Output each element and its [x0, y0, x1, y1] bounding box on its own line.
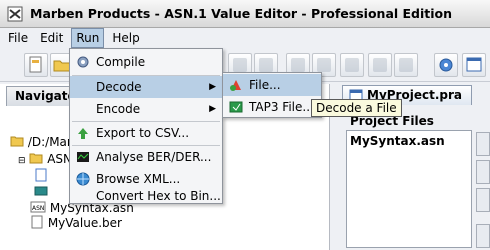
toolbar-button-6[interactable]: [368, 53, 392, 77]
menu-item-label: Browse XML...: [96, 172, 181, 186]
menu-item-export-csv[interactable]: Export to CSV...: [70, 122, 222, 144]
tree-node-asn[interactable]: ⊟ ASN: [18, 151, 72, 167]
window-button[interactable]: [462, 53, 486, 77]
new-file-icon: [29, 56, 42, 73]
disabled-icon: [259, 58, 273, 72]
menu-item-encode[interactable]: Encode ▶: [70, 98, 222, 120]
menu-bar: File Edit Run Help: [0, 28, 490, 48]
window-icon: [466, 57, 482, 72]
disabled-icon: [291, 58, 305, 72]
side-button-2[interactable]: [476, 160, 490, 184]
disabled-icon: [345, 58, 359, 72]
app-icon: [7, 6, 23, 21]
menu-item-decode[interactable]: Decode ▶: [70, 76, 222, 98]
toolbar-button-5[interactable]: [340, 53, 364, 77]
menu-item-label: File...: [249, 78, 281, 92]
asn-file-icon: ASN: [30, 201, 46, 213]
menu-item-label: Encode: [96, 102, 141, 116]
browse-globe-icon: [76, 172, 90, 186]
title-bar: Marben Products - ASN.1 Value Editor - P…: [0, 0, 490, 28]
decode-file-icon: [230, 80, 241, 91]
tree-node-myvalue[interactable]: MyValue.ber: [30, 215, 122, 231]
menu-file[interactable]: File: [4, 28, 32, 48]
tree-node-file-b[interactable]: [34, 184, 48, 200]
menu-edit-label: Edit: [40, 31, 64, 45]
analyse-icon: [77, 152, 89, 162]
disabled-icon: [233, 58, 247, 72]
run-menu: Compile Decode ▶ Encode ▶ Export to CSV.…: [69, 48, 223, 204]
menu-item-browse-xml[interactable]: Browse XML...: [70, 168, 222, 190]
menu-file-label: File: [8, 31, 29, 45]
submenu-arrow-icon: ▶: [209, 82, 216, 92]
project-files-list[interactable]: MySyntax.asn: [346, 130, 472, 248]
compile-gear-icon: [77, 56, 89, 68]
new-file-button[interactable]: [24, 53, 48, 77]
menu-edit[interactable]: Edit: [36, 28, 67, 48]
tree-label: MyValue.ber: [47, 216, 122, 230]
menu-run-label: Run: [76, 31, 100, 45]
disabled-icon: [373, 58, 387, 72]
side-button-3[interactable]: [476, 188, 490, 212]
submenu-item-tap3[interactable]: TAP3 File...: [223, 96, 321, 118]
svg-text:ASN: ASN: [32, 205, 44, 212]
list-item[interactable]: MySyntax.asn: [350, 134, 445, 148]
disabled-icon: [399, 58, 413, 72]
decode-submenu: File... TAP3 File...: [222, 72, 322, 118]
folder-icon: [29, 153, 43, 164]
menu-item-label: Export to CSV...: [96, 126, 190, 140]
toolbar-button-7[interactable]: [394, 53, 418, 77]
folder-icon: [10, 136, 24, 147]
menu-help-label: Help: [112, 31, 140, 45]
menu-item-compile[interactable]: Compile: [70, 51, 222, 73]
gear-icon: [439, 58, 453, 72]
file-icon: [35, 168, 47, 182]
settings-button[interactable]: [434, 53, 458, 77]
tap3-file-icon: [229, 101, 243, 113]
ber-file-icon: [31, 215, 43, 229]
menu-item-label: Convert Hex to Bin...: [96, 189, 221, 203]
ber-file-icon: [34, 186, 48, 196]
menu-item-label: TAP3 File...: [249, 100, 314, 114]
tooltip: Decode a File: [311, 99, 402, 117]
export-icon: [78, 128, 88, 139]
side-button-4[interactable]: [476, 224, 490, 248]
disabled-icon: [317, 58, 331, 72]
submenu-item-file[interactable]: File...: [223, 74, 321, 96]
menu-item-label: Analyse BER/DER...: [96, 150, 212, 164]
submenu-arrow-icon: ▶: [209, 104, 216, 114]
tree-node-file-a[interactable]: [34, 168, 48, 184]
menu-help[interactable]: Help: [108, 28, 143, 48]
window-title: Marben Products - ASN.1 Value Editor - P…: [30, 6, 453, 21]
menu-item-convert-hex[interactable]: Convert Hex to Bin...: [70, 190, 222, 204]
menu-item-label: Decode: [96, 80, 142, 94]
tab-navigator-label: Navigato: [15, 89, 76, 103]
menu-run[interactable]: Run: [71, 28, 105, 48]
menu-item-label: Compile: [96, 55, 146, 69]
expand-toggle-icon[interactable]: ⊟: [18, 156, 26, 166]
menu-item-analyse-ber[interactable]: Analyse BER/DER...: [70, 146, 222, 168]
side-button-1[interactable]: [476, 132, 490, 156]
